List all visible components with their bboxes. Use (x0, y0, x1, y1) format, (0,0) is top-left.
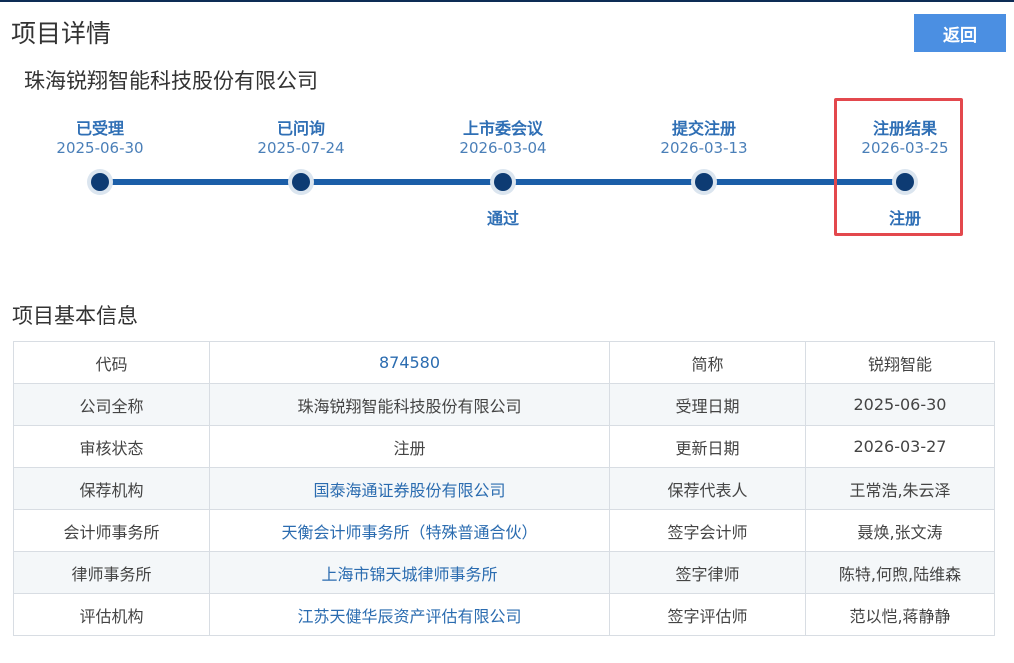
field-label: 审核状态 (13, 425, 210, 468)
field-label: 评估机构 (13, 593, 210, 636)
timeline-dot (490, 169, 516, 195)
field-label: 签字律师 (609, 551, 806, 594)
timeline-step-label: 提交注册 (671, 119, 736, 138)
stock-code-link[interactable]: 874580 (209, 341, 610, 384)
field-label: 公司全称 (13, 383, 210, 426)
field-label: 律师事务所 (13, 551, 210, 594)
project-info-table: 代码 874580 简称 锐翔智能 公司全称 珠海锐翔智能科技股份有限公司 受理… (13, 341, 995, 636)
law-firm-link[interactable]: 上海市锦天城律师事务所 (209, 551, 610, 594)
table-row: 会计师事务所 天衡会计师事务所（特殊普通合伙） 签字会计师 聂焕,张文涛 (13, 509, 995, 552)
field-label: 代码 (13, 341, 210, 384)
field-label: 保荐机构 (13, 467, 210, 510)
table-row: 保荐机构 国泰海通证券股份有限公司 保荐代表人 王常浩,朱云泽 (13, 467, 995, 510)
timeline-step-date: 2026-03-04 (459, 139, 547, 157)
timeline-dot (288, 169, 314, 195)
table-row: 代码 874580 简称 锐翔智能 (13, 341, 995, 384)
field-value: 锐翔智能 (805, 341, 995, 384)
timeline-step-date: 2026-03-13 (660, 139, 748, 157)
appraisal-firm-link[interactable]: 江苏天健华辰资产评估有限公司 (209, 593, 610, 636)
field-label: 签字会计师 (609, 509, 806, 552)
timeline-dot (87, 169, 113, 195)
timeline-step-result: 注册 (888, 209, 921, 228)
highlight-annotation-box (834, 98, 963, 236)
timeline-dot (892, 169, 918, 195)
page-title: 项目详情 (11, 19, 112, 48)
field-label: 会计师事务所 (13, 509, 210, 552)
table-row: 律师事务所 上海市锦天城律师事务所 签字律师 陈特,何煦,陆维森 (13, 551, 995, 594)
field-label: 签字评估师 (609, 593, 806, 636)
table-row: 审核状态 注册 更新日期 2026-03-27 (13, 425, 995, 468)
timeline-step-date: 2025-07-24 (257, 139, 345, 157)
table-row: 评估机构 江苏天健华辰资产评估有限公司 签字评估师 范以恺,蒋静静 (13, 593, 995, 636)
field-value: 2025-06-30 (805, 383, 995, 426)
progress-timeline: 已受理 2025-06-30 已问询 2025-07-24 上市委会议 2026… (0, 0, 1014, 260)
timeline-step-date: 2025-06-30 (56, 139, 144, 157)
back-button[interactable]: 返回 (914, 14, 1006, 52)
table-row: 公司全称 珠海锐翔智能科技股份有限公司 受理日期 2025-06-30 (13, 383, 995, 426)
top-border (0, 0, 1014, 2)
company-name: 珠海锐翔智能科技股份有限公司 (24, 69, 318, 93)
timeline-step-date: 2026-03-25 (861, 139, 949, 157)
field-label: 保荐代表人 (609, 467, 806, 510)
timeline-step-label: 上市委会议 (462, 119, 543, 138)
timeline-step-label: 已受理 (75, 119, 124, 138)
field-value: 2026-03-27 (805, 425, 995, 468)
field-value: 聂焕,张文涛 (805, 509, 995, 552)
timeline-line (100, 179, 905, 185)
timeline-step-label: 注册结果 (872, 119, 937, 138)
section-title: 项目基本信息 (12, 304, 138, 328)
accounting-firm-link[interactable]: 天衡会计师事务所（特殊普通合伙） (209, 509, 610, 552)
field-value: 王常浩,朱云泽 (805, 467, 995, 510)
field-value: 注册 (209, 425, 610, 468)
timeline-step-label: 已问询 (276, 119, 325, 138)
timeline-dot (691, 169, 717, 195)
field-label: 受理日期 (609, 383, 806, 426)
field-label: 简称 (609, 341, 806, 384)
sponsor-link[interactable]: 国泰海通证券股份有限公司 (209, 467, 610, 510)
timeline-step-result: 通过 (486, 209, 519, 228)
field-value: 珠海锐翔智能科技股份有限公司 (209, 383, 610, 426)
field-value: 范以恺,蒋静静 (805, 593, 995, 636)
field-value: 陈特,何煦,陆维森 (805, 551, 995, 594)
field-label: 更新日期 (609, 425, 806, 468)
